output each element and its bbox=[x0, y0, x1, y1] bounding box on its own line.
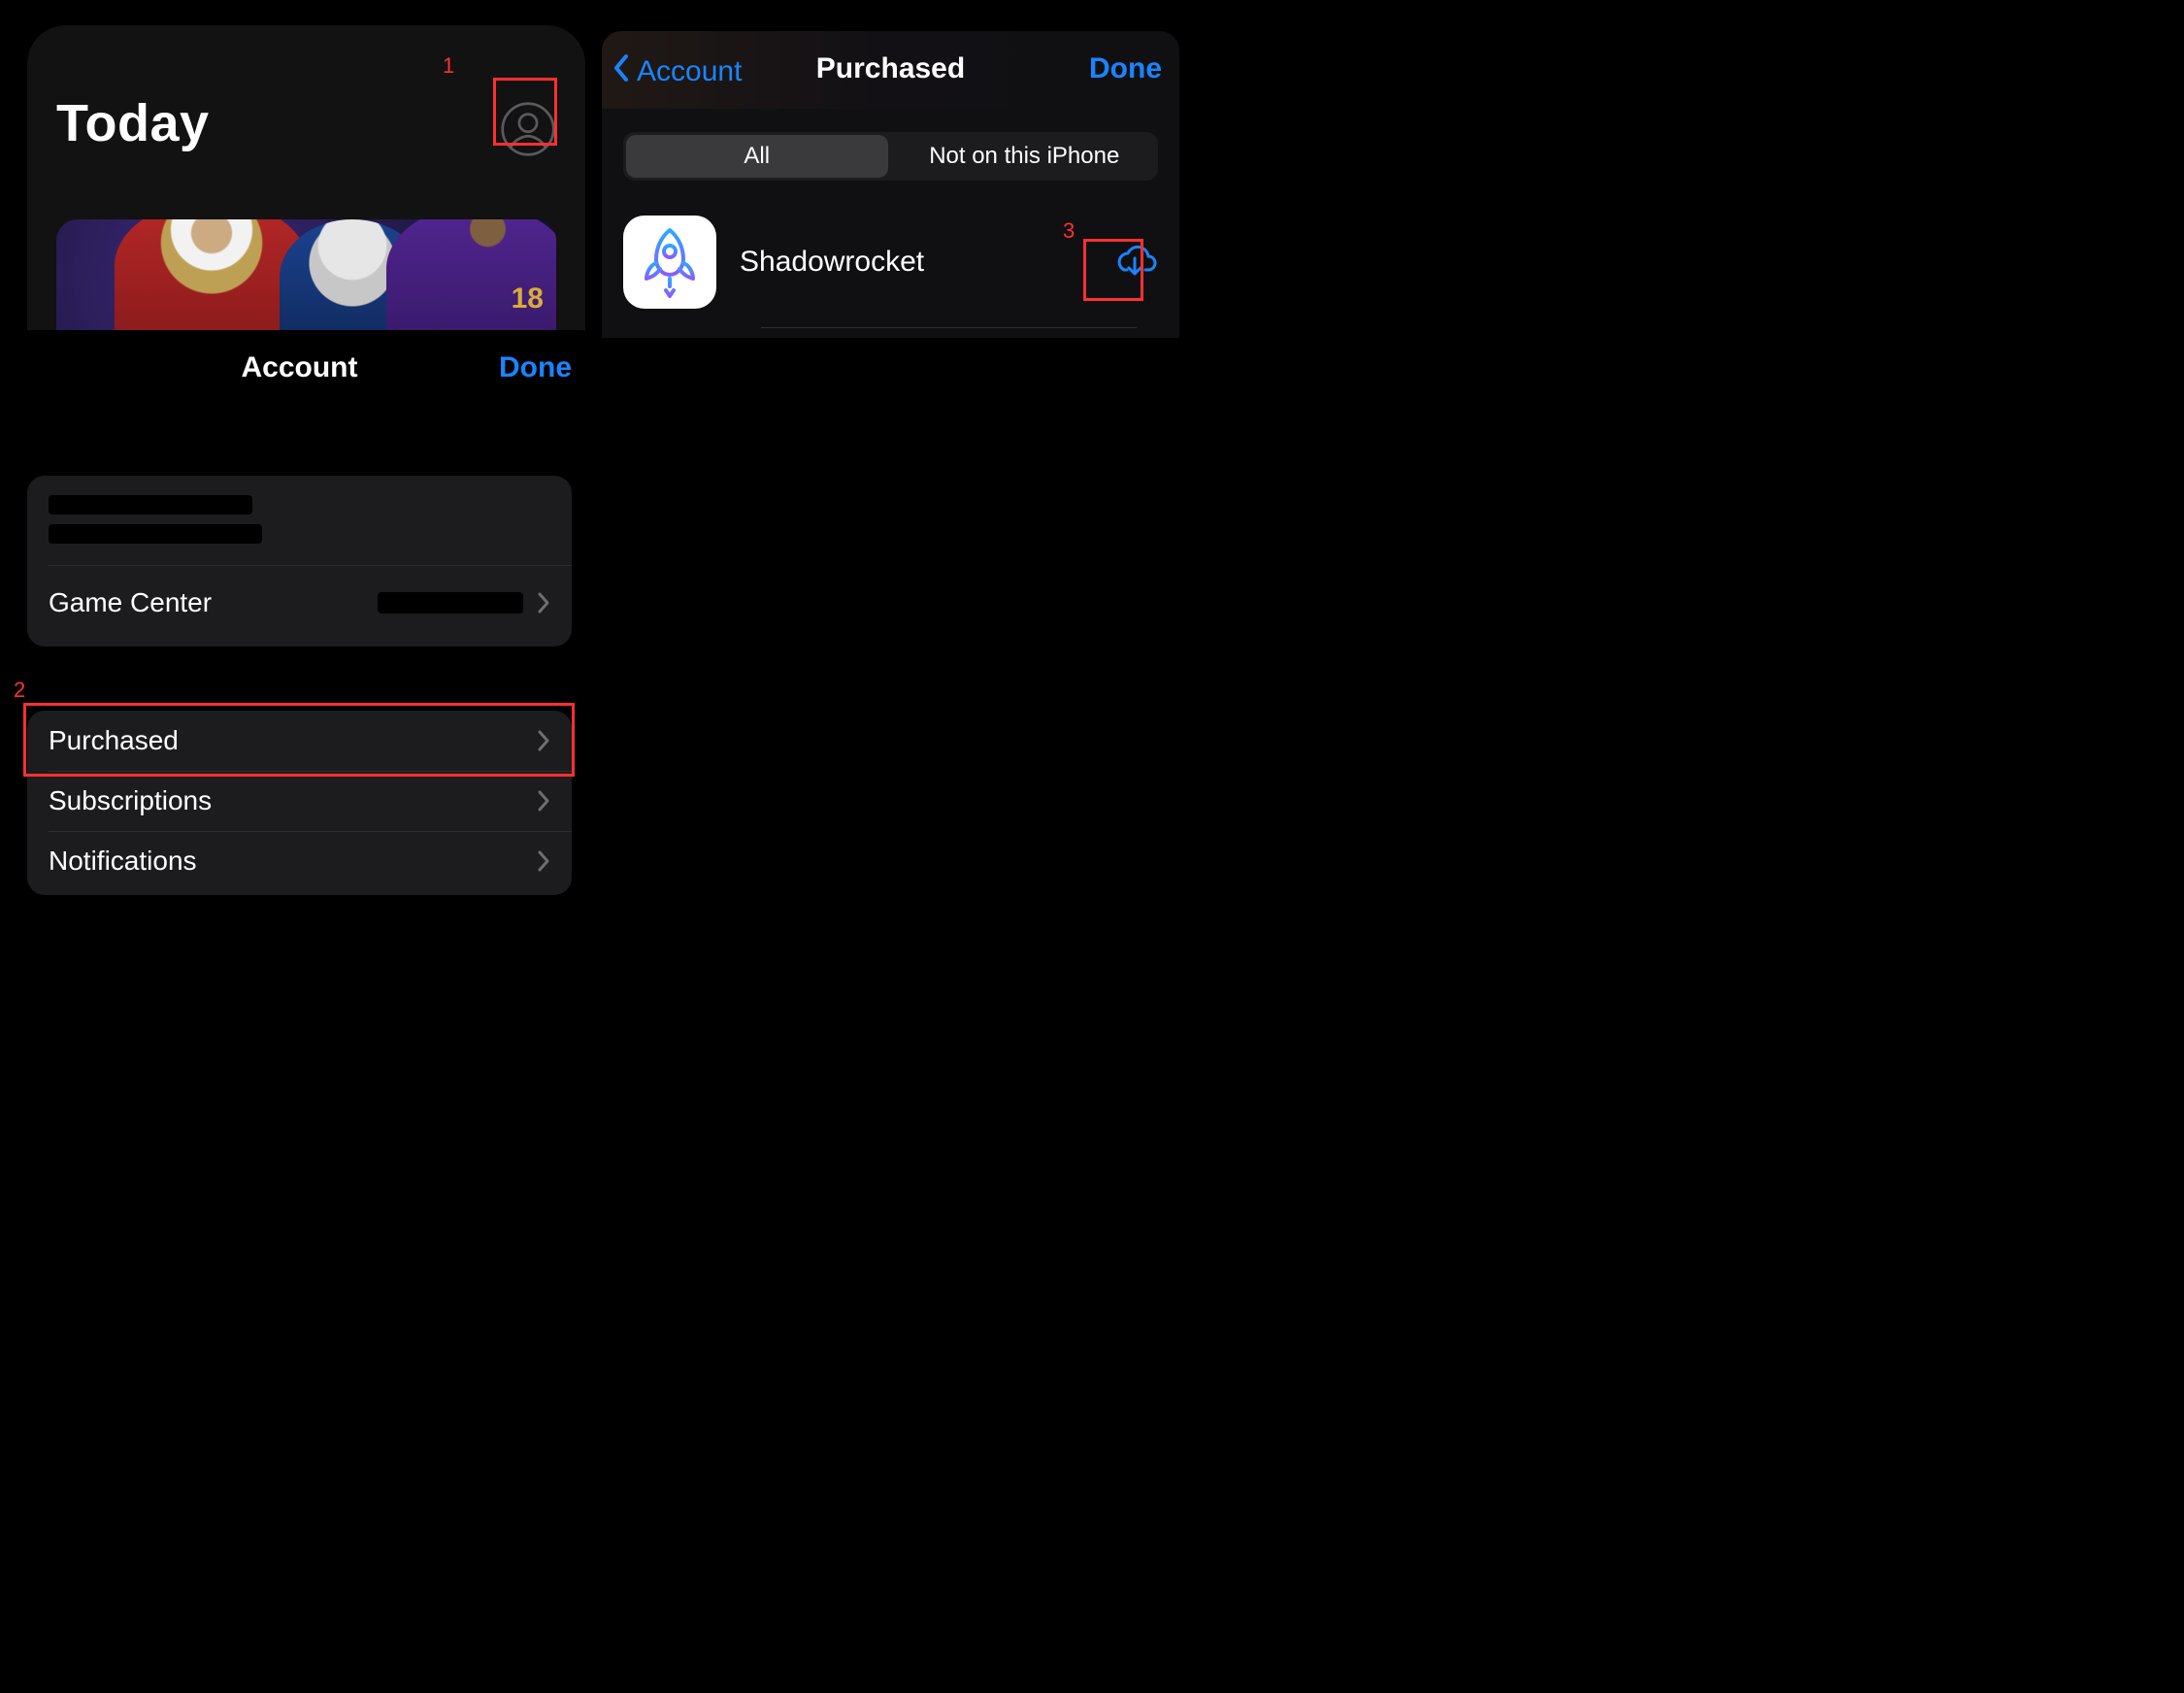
row-label: Game Center bbox=[49, 587, 378, 618]
done-button[interactable]: Done bbox=[1089, 52, 1162, 85]
cloud-download-icon bbox=[1112, 241, 1157, 284]
avatar-icon bbox=[500, 101, 556, 162]
chevron-right-icon bbox=[537, 729, 550, 752]
row-label: Purchased bbox=[49, 725, 537, 756]
profile-avatar-button[interactable] bbox=[500, 103, 556, 159]
chevron-right-icon bbox=[537, 591, 550, 614]
chevron-right-icon bbox=[537, 789, 550, 813]
account-identity-group: Game Center bbox=[27, 476, 572, 647]
featured-story-card[interactable]: 18 bbox=[56, 219, 556, 346]
game-center-row[interactable]: Game Center bbox=[49, 573, 550, 633]
row-label: Subscriptions bbox=[49, 785, 537, 816]
subscriptions-row[interactable]: Subscriptions bbox=[49, 771, 550, 831]
nav-bar: Account Purchased Done bbox=[602, 31, 1179, 109]
account-actions-group: Purchased Subscriptions Notifications bbox=[27, 711, 572, 895]
notifications-row[interactable]: Notifications bbox=[49, 831, 550, 891]
redacted-value bbox=[378, 592, 523, 614]
sheet-header: Account Done bbox=[0, 351, 599, 410]
app-icon-shadowrocket bbox=[623, 216, 716, 309]
purchased-app-row[interactable]: Shadowrocket bbox=[623, 216, 1158, 309]
chevron-right-icon bbox=[537, 849, 550, 873]
featured-image-player: 18 bbox=[386, 219, 556, 346]
purchased-filter-segment[interactable]: All Not on this iPhone bbox=[623, 132, 1158, 181]
divider bbox=[49, 565, 572, 566]
account-sheet: Account Done Game Center Purchased bbox=[0, 330, 599, 951]
row-label: Notifications bbox=[49, 846, 537, 877]
segment-all[interactable]: All bbox=[626, 135, 888, 178]
redacted-name bbox=[49, 495, 252, 515]
cloud-download-button[interactable] bbox=[1111, 241, 1158, 284]
today-screen: Today 18 bbox=[27, 25, 585, 346]
divider bbox=[761, 327, 1137, 328]
app-name-label: Shadowrocket bbox=[740, 246, 1111, 279]
page-title: Today bbox=[56, 93, 210, 153]
segment-not-on-device[interactable]: Not on this iPhone bbox=[894, 135, 1156, 178]
purchased-row[interactable]: Purchased bbox=[49, 711, 550, 771]
done-button[interactable]: Done bbox=[499, 351, 572, 384]
purchased-screen: Account Purchased Done All Not on this i… bbox=[602, 31, 1179, 338]
jersey-number: 18 bbox=[512, 282, 544, 315]
redacted-email bbox=[49, 524, 262, 544]
